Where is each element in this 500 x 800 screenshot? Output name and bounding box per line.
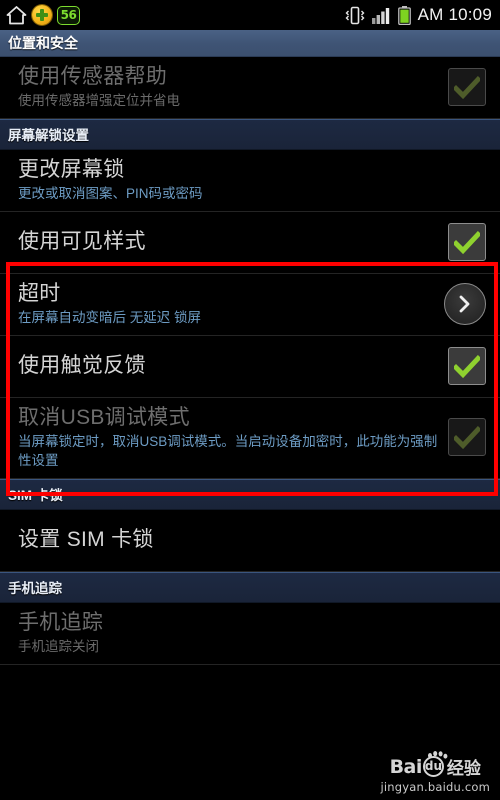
list-item-title: 使用触觉反馈 <box>18 354 146 377</box>
page-title: 位置和安全 <box>8 35 78 51</box>
list-item-title: 设置 SIM 卡锁 <box>18 528 154 551</box>
phone-screen: 56 AM 10:09 位置和安全 使用传感器帮助 使用传感器增强定位并省电 屏… <box>0 0 500 800</box>
paw-print-icon <box>427 751 448 759</box>
watermark-badge-text: du <box>424 759 443 773</box>
list-item-title: 更改屏幕锁 <box>18 158 125 181</box>
section-header: 手机追踪 <box>0 572 500 603</box>
status-bar-clock: AM 10:09 <box>417 5 492 24</box>
list-item-change-screen-lock[interactable]: 更改屏幕锁更改或取消图案、PIN码或密码 <box>0 150 500 212</box>
watermark-brand: Bai <box>389 755 423 778</box>
notification-count-badge: 56 <box>57 5 80 25</box>
booster-plus-icon <box>32 5 52 25</box>
list-item-accessory <box>448 67 486 106</box>
section-header: 屏幕解锁设置 <box>0 119 500 150</box>
section-header-label: SIM 卡锁 <box>8 488 63 503</box>
checkbox-use-haptic-feedback[interactable] <box>448 346 486 385</box>
list-item-use-haptic-feedback[interactable]: 使用触觉反馈 <box>0 336 500 398</box>
list-item-cancel-usb-debugging: 取消USB调试模式当屏幕锁定时，取消USB调试模式。当启动设备加密时，此功能为强… <box>0 398 500 479</box>
list-item-title: 手机追踪 <box>18 611 104 634</box>
status-bar-right-icons: AM 10:09 <box>345 5 492 25</box>
baidu-jingyan-watermark: Bai du 经验 jingyan.baidu.com <box>380 751 490 794</box>
list-item-texts: 设置 SIM 卡锁 <box>18 526 486 553</box>
watermark-suffix: 经验 <box>446 759 481 778</box>
chevron-right-button[interactable] <box>444 282 486 325</box>
checkbox-cancel-usb-debugging <box>448 418 486 456</box>
list-item-title: 使用传感器帮助 <box>18 65 168 88</box>
list-item-accessory <box>448 222 486 261</box>
list-item-subtitle: 手机追踪关闭 <box>18 639 99 654</box>
list-item-title: 使用可见样式 <box>18 230 146 253</box>
list-item-lock-timeout[interactable]: 超时在屏幕自动变暗后 无延迟 锁屏 <box>0 274 500 336</box>
list-item-subtitle: 使用传感器增强定位并省电 <box>18 93 180 108</box>
watermark-url: jingyan.baidu.com <box>380 780 490 794</box>
list-item-use-sensor-aiding: 使用传感器帮助使用传感器增强定位并省电 <box>0 57 500 119</box>
list-item-accessory <box>448 418 486 456</box>
list-item-subtitle: 当屏幕锁定时，取消USB调试模式。当启动设备加密时，此功能为强制性设置 <box>18 434 438 468</box>
section-header-label: 屏幕解锁设置 <box>8 128 89 143</box>
list-item-texts: 取消USB调试模式当屏幕锁定时，取消USB调试模式。当启动设备加密时，此功能为强… <box>18 404 438 470</box>
home-icon <box>6 5 27 25</box>
section-header-label: 手机追踪 <box>8 581 62 596</box>
checkbox-use-visible-pattern[interactable] <box>448 222 486 261</box>
checkbox-use-sensor-aiding <box>448 67 486 106</box>
list-item-subtitle: 在屏幕自动变暗后 无延迟 锁屏 <box>18 310 202 325</box>
list-item-texts: 超时在屏幕自动变暗后 无延迟 锁屏 <box>18 280 434 327</box>
list-item-texts: 使用可见样式 <box>18 228 438 255</box>
list-item-texts: 使用触觉反馈 <box>18 352 438 379</box>
section-header: SIM 卡锁 <box>0 479 500 510</box>
status-bar-left-icons: 56 <box>6 5 80 25</box>
battery-icon <box>397 5 411 25</box>
list-item-texts: 手机追踪手机追踪关闭 <box>18 609 486 656</box>
status-bar: 56 AM 10:09 <box>0 0 500 30</box>
list-item-subtitle: 更改或取消图案、PIN码或密码 <box>18 186 203 201</box>
list-item-phone-tracker: 手机追踪手机追踪关闭 <box>0 603 500 665</box>
watermark-bear-paw-icon: du <box>422 751 448 777</box>
settings-list[interactable]: 使用传感器帮助使用传感器增强定位并省电屏幕解锁设置更改屏幕锁更改或取消图案、PI… <box>0 57 500 665</box>
page-title-bar: 位置和安全 <box>0 30 500 57</box>
list-item-accessory <box>448 346 486 385</box>
signal-bars-icon <box>371 7 391 24</box>
list-item-use-visible-pattern[interactable]: 使用可见样式 <box>0 212 500 274</box>
watermark-logo: Bai du 经验 <box>380 751 490 779</box>
list-item-set-up-sim-card-lock[interactable]: 设置 SIM 卡锁 <box>0 510 500 572</box>
list-item-texts: 使用传感器帮助使用传感器增强定位并省电 <box>18 63 438 110</box>
list-item-texts: 更改屏幕锁更改或取消图案、PIN码或密码 <box>18 156 486 203</box>
list-item-title: 超时 <box>18 282 61 305</box>
list-item-title: 取消USB调试模式 <box>18 406 190 429</box>
list-item-accessory <box>444 282 486 325</box>
vibrate-icon <box>345 6 365 25</box>
